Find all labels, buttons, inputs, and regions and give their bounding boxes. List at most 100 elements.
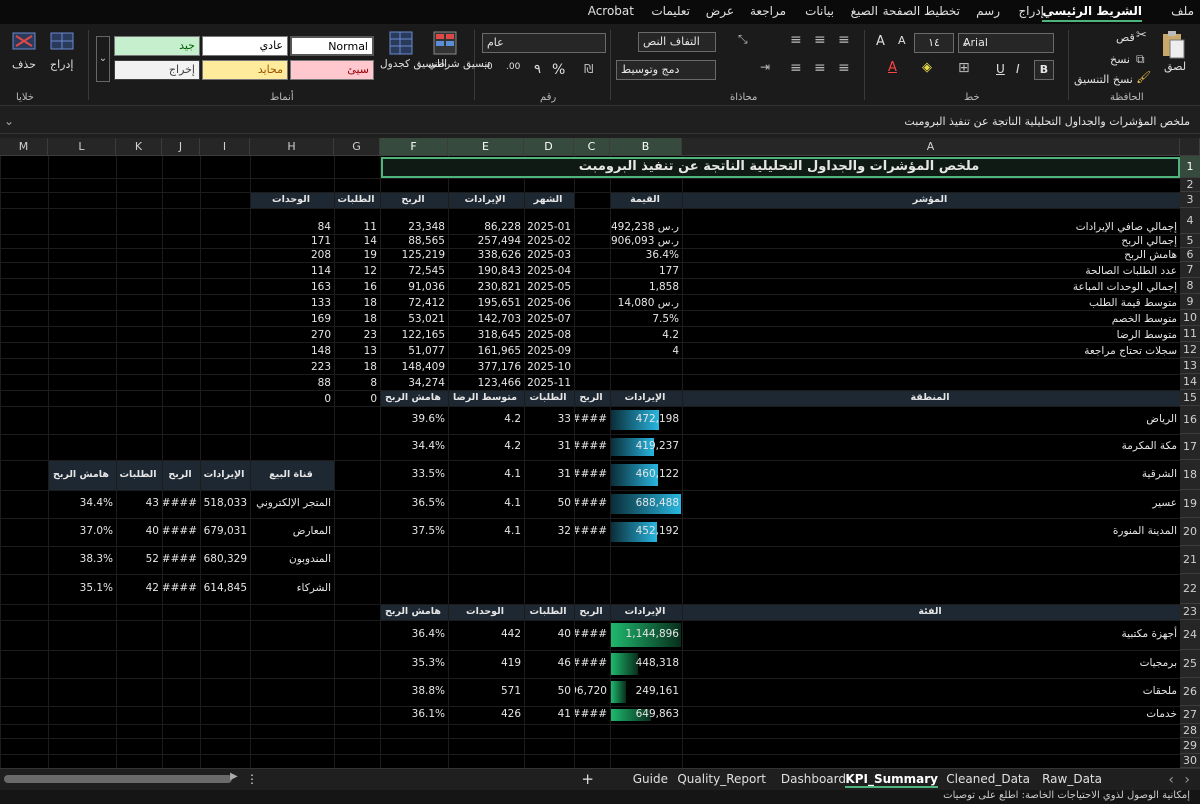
monthly-header-units[interactable]: الوحدات	[251, 193, 334, 208]
percent-button[interactable]: %	[552, 62, 565, 78]
region-profit[interactable]: #####	[575, 461, 610, 490]
merge-center-button[interactable]: دمج وتوسيط	[616, 60, 716, 80]
align-left-icon[interactable]: ≡	[838, 60, 850, 76]
monthly-revenue[interactable]: 86,228	[449, 209, 524, 234]
kpi-header-value[interactable]: القيمة	[611, 193, 682, 208]
category-header-margin[interactable]: هامش الربح	[381, 605, 448, 620]
region-revenue[interactable]: 460,122	[611, 461, 682, 490]
align-center-icon[interactable]: ≡	[814, 60, 826, 76]
bold-button[interactable]: B	[1034, 60, 1054, 80]
row-header-10[interactable]: 10	[1180, 310, 1200, 326]
region-margin[interactable]: 39.6%	[381, 407, 448, 434]
monthly-profit[interactable]: 125,219	[381, 249, 448, 262]
category-orders[interactable]: 50	[525, 679, 574, 706]
region-header-revenue[interactable]: الإيرادات	[611, 391, 682, 406]
wrap-text-button[interactable]: التفاف النص	[638, 32, 716, 52]
region-name[interactable]: عسير	[683, 491, 1180, 518]
monthly-units[interactable]: 133	[251, 295, 334, 310]
region-header-orders[interactable]: الطلبات	[525, 391, 574, 406]
kpi-value[interactable]: 177	[611, 263, 682, 278]
monthly-month[interactable]: 2025-06	[525, 295, 574, 310]
row-header-18[interactable]: 18	[1180, 460, 1200, 490]
region-profit[interactable]: #####	[575, 407, 610, 434]
category-margin[interactable]: 38.8%	[381, 679, 448, 706]
channel-margin[interactable]: 34.4%	[49, 491, 116, 518]
style-neutral-ar[interactable]: عادي	[202, 36, 288, 56]
category-name[interactable]: خدمات	[683, 707, 1180, 724]
category-header-revenue[interactable]: الإيرادات	[611, 605, 682, 620]
monthly-orders[interactable]: 16	[335, 279, 380, 294]
channel-name[interactable]: المندوبون	[251, 547, 334, 574]
kpi-value[interactable]: 4.2	[611, 327, 682, 342]
monthly-orders[interactable]: 13	[335, 343, 380, 358]
monthly-units[interactable]: 163	[251, 279, 334, 294]
monthly-profit[interactable]: 23,348	[381, 209, 448, 234]
kpi-label[interactable]: إجمالي الربح	[683, 235, 1180, 248]
region-orders[interactable]: 31	[525, 461, 574, 490]
paste-button[interactable]: لصق	[1164, 60, 1186, 73]
tab-quality-report[interactable]: Quality_Report	[677, 772, 766, 786]
style-neutral[interactable]: محايد	[202, 60, 288, 80]
monthly-month[interactable]: 2025-03	[525, 249, 574, 262]
monthly-orders[interactable]: 8	[335, 375, 380, 390]
region-name[interactable]: مكة المكرمة	[683, 435, 1180, 460]
kpi-label[interactable]: متوسط الرضا	[683, 327, 1180, 342]
menu-help[interactable]: تعليمات	[651, 4, 690, 18]
category-units[interactable]: 419	[449, 651, 524, 678]
row-header-14[interactable]: 14	[1180, 374, 1200, 390]
channel-header-margin[interactable]: هامش الربح	[49, 461, 116, 490]
conditional-format-icon[interactable]	[432, 30, 458, 56]
kpi-label[interactable]: متوسط الخصم	[683, 311, 1180, 326]
menu-insert[interactable]: إدراج	[1018, 4, 1044, 18]
category-revenue[interactable]: 649,863	[611, 707, 682, 724]
more-tabs-icon[interactable]: ⋮	[246, 772, 258, 786]
channel-name[interactable]: المعارض	[251, 519, 334, 546]
region-orders[interactable]: 31	[525, 435, 574, 460]
channel-revenue[interactable]: 680,329	[201, 547, 250, 574]
row-header-22[interactable]: 22	[1180, 574, 1200, 604]
column-header-L[interactable]: L	[48, 138, 116, 156]
monthly-month[interactable]: 2025-07	[525, 311, 574, 326]
monthly-month[interactable]: 2025-05	[525, 279, 574, 294]
kpi-label[interactable]: متوسط قيمة الطلب	[683, 295, 1180, 310]
column-header-F[interactable]: F	[380, 138, 448, 156]
monthly-profit[interactable]: 72,412	[381, 295, 448, 310]
region-profit[interactable]: #####	[575, 435, 610, 460]
category-margin[interactable]: 35.3%	[381, 651, 448, 678]
select-all-corner[interactable]	[1180, 138, 1200, 156]
monthly-revenue[interactable]: 338,626	[449, 249, 524, 262]
monthly-orders[interactable]: 18	[335, 359, 380, 374]
row-header-12[interactable]: 12	[1180, 342, 1200, 358]
add-sheet-button[interactable]: +	[581, 770, 594, 788]
category-profit[interactable]: #####	[575, 621, 610, 650]
indent-icon[interactable]: ⇥	[760, 60, 770, 74]
style-normal[interactable]: Normal	[290, 36, 374, 56]
row-header-5[interactable]: 5	[1180, 234, 1200, 248]
kpi-header-indicator[interactable]: المؤشر	[683, 193, 1180, 208]
category-name[interactable]: ملحقات	[683, 679, 1180, 706]
number-format-box[interactable]: عام	[482, 33, 606, 53]
monthly-orders[interactable]: 23	[335, 327, 380, 342]
column-header-J[interactable]: J	[162, 138, 200, 156]
cut-button[interactable]: قص	[1116, 31, 1135, 44]
monthly-profit[interactable]: 53,021	[381, 311, 448, 326]
row-header-19[interactable]: 19	[1180, 490, 1200, 518]
region-margin[interactable]: 36.5%	[381, 491, 448, 518]
font-name-box[interactable]: Arial ⌄	[958, 33, 1054, 53]
format-painter-button[interactable]: نسخ التنسيق	[1074, 73, 1133, 86]
region-satisfaction[interactable]: 4.1	[449, 491, 524, 518]
monthly-profit[interactable]: 122,165	[381, 327, 448, 342]
region-profit[interactable]: #####	[575, 491, 610, 518]
tab-raw-data[interactable]: Raw_Data	[1042, 772, 1102, 786]
channel-header-revenue[interactable]: الإيرادات	[201, 461, 250, 490]
column-header-B[interactable]: B	[610, 138, 682, 156]
tab-kpi-summary[interactable]: KPI_Summary	[845, 772, 938, 788]
monthly-month[interactable]: 2025-02	[525, 235, 574, 248]
row-header-28[interactable]: 28	[1180, 724, 1200, 738]
kpi-label[interactable]: هامش الربح	[683, 249, 1180, 262]
monthly-profit[interactable]: 148,409	[381, 359, 448, 374]
category-header-units[interactable]: الوحدات	[449, 605, 524, 620]
menu-page-layout[interactable]: تخطيط الصفحة	[883, 4, 960, 18]
scroll-tabs-left-icon[interactable]: ‹	[1168, 772, 1174, 788]
category-header-profit[interactable]: الربح	[575, 605, 610, 620]
